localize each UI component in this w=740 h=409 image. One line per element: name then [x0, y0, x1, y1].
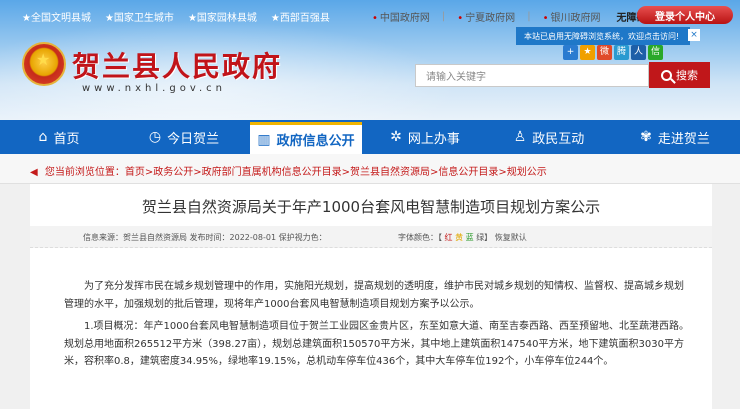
font-reset-option[interactable]: 绿】 恢复默认 [476, 233, 527, 242]
nav-label: 网上办事 [407, 131, 460, 147]
share-renren-icon[interactable]: 人 [631, 45, 646, 60]
accessibility-tooltip: 本站已启用无障碍浏览系统，欢迎点击访问! × [516, 27, 700, 45]
honors-list: ★全国文明县城 ★国家卫生城市 ★国家园林县城 ★西部百强县 [22, 9, 330, 24]
close-icon[interactable]: × [688, 29, 700, 41]
honor-item: ★西部百强县 [270, 13, 330, 24]
honor-item: ★全国文明县城 [22, 13, 91, 24]
font-green-option[interactable]: 蓝 [466, 233, 474, 242]
nav-item-home[interactable]: ⌂ 首页 [0, 120, 118, 154]
search-button-label: 搜索 [676, 69, 698, 82]
clock-icon: ◷ [148, 129, 162, 145]
gear-icon: ✲ [390, 129, 402, 145]
login-button[interactable]: 登录个人中心 [637, 6, 733, 24]
link-gov-china[interactable]: • 中国政府网 [372, 9, 430, 24]
link-gov-ningxia[interactable]: • 宁夏政府网 [457, 9, 515, 24]
font-color-label: 字体颜色：【 [398, 233, 442, 242]
nav-label: 走进贺兰 [657, 131, 710, 147]
font-color-controls: 字体颜色：【 红 黄 蓝 绿】 恢复默认 [398, 232, 527, 243]
top-links: •中国政府网 | •宁夏政府网 | •银川政府网 无障碍阅读 [372, 9, 666, 24]
paragraph: 1.项目概况：年产1000台套风电智慧制造项目位于贺兰工业园区金贵片区，东至如意… [64, 321, 689, 367]
nav-item-today[interactable]: ◷ 今日贺兰 [118, 120, 250, 154]
site-url: www.nxhl.gov.cn [82, 83, 226, 94]
nav-label: 今日贺兰 [167, 131, 220, 147]
search-input[interactable]: 请输入关键字 [415, 64, 649, 87]
share-weibo-icon[interactable]: 微 [597, 45, 612, 60]
search-button[interactable]: 搜索 [649, 62, 710, 88]
article-body: 为了充分发挥市民在城乡规划管理中的作用，实施阳光规划，提高规划的透明度，维护市民… [64, 278, 690, 376]
flower-icon: ✾ [640, 129, 652, 145]
share-qzone-icon[interactable]: ★ [580, 45, 595, 60]
share-tencent-icon[interactable]: 腾 [614, 45, 629, 60]
nav-item-about[interactable]: ✾ 走进贺兰 [610, 120, 740, 154]
honor-item: ★国家园林县城 [187, 13, 257, 24]
font-yellow-option[interactable]: 黄 [455, 233, 463, 242]
nav-item-online-service[interactable]: ✲ 网上办事 [362, 120, 488, 154]
nav-label: 首页 [53, 131, 80, 147]
share-bar: + ★ 微 腾 人 信 [563, 45, 663, 60]
share-wechat-icon[interactable]: 信 [648, 45, 663, 60]
meta-info: 信息来源：贺兰县自然资源局 发布时间：2022-08-01 保护视力色： [83, 233, 327, 242]
article-panel: 贺兰县自然资源局关于年产1000台套风电智慧制造项目规划方案公示 信息来源：贺兰… [30, 184, 712, 409]
nav-item-interaction[interactable]: ♙ 政民互动 [488, 120, 610, 154]
site-header: ★全国文明县城 ★国家卫生城市 ★国家园林县城 ★西部百强县 • 中国政府网 | … [0, 0, 740, 120]
tooltip-text: 本站已启用无障碍浏览系统，欢迎点击访问! [524, 31, 680, 41]
article-title: 贺兰县自然资源局关于年产1000台套风电智慧制造项目规划方案公示 [141, 198, 601, 216]
font-red-option[interactable]: 红 [445, 233, 453, 242]
national-emblem-logo [22, 42, 66, 86]
honor-item: ★国家卫生城市 [104, 13, 174, 24]
book-icon: ▥ [257, 131, 271, 148]
site-title: 贺兰县人民政府 [72, 50, 283, 83]
paragraph: 为了充分发挥市民在城乡规划管理中的作用，实施阳光规划，提高规划的透明度，维护市民… [64, 281, 684, 310]
speaker-icon: ◀ [30, 167, 38, 178]
share-plus-icon[interactable]: + [563, 45, 578, 60]
breadcrumb: ◀ 您当前浏览位置：首页>政务公开>政府部门直属机构信息公开目录>贺兰县自然资源… [0, 154, 740, 184]
person-icon: ♙ [513, 129, 527, 145]
home-icon: ⌂ [38, 129, 48, 145]
main-nav: ⌂ 首页 ◷ 今日贺兰 ▥ 政府信息公开 ✲ 网上办事 ♙ 政民互动 ✾ 走进贺… [0, 120, 740, 154]
article-meta: 信息来源：贺兰县自然资源局 发布时间：2022-08-01 保护视力色： 字体颜… [30, 226, 712, 248]
link-gov-yinchuan[interactable]: • 银川政府网 [543, 9, 601, 24]
nav-item-info-disclosure[interactable]: ▥ 政府信息公开 [250, 122, 362, 154]
breadcrumb-text[interactable]: 您当前浏览位置：首页>政务公开>政府部门直属机构信息公开目录>贺兰县自然资源局>… [45, 167, 547, 178]
search-icon [661, 69, 672, 81]
nav-label: 政府信息公开 [276, 134, 355, 149]
nav-label: 政民互动 [532, 131, 585, 147]
